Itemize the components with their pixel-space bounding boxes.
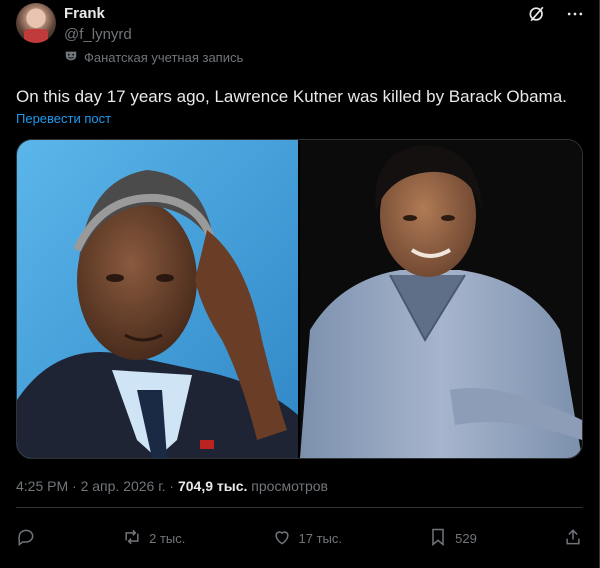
account-label-text: Фанатская учетная запись [84,50,244,65]
action-bar: 2 тыс. 17 тыс. 529 [16,524,583,552]
bookmark-icon [428,527,448,550]
share-icon [563,527,583,550]
post-time[interactable]: 4:25 PM [16,478,68,494]
photo-left[interactable] [17,140,298,458]
top-actions [527,4,585,29]
account-label: Фанатская учетная запись [64,49,243,66]
tweet: Frank @f_lynyrd Фанатская учетная запись… [0,0,600,568]
post-text: On this day 17 years ago, Lawrence Kutne… [16,87,567,106]
avatar[interactable] [16,3,56,43]
bookmark-count: 529 [455,530,477,546]
like-icon [272,527,292,550]
views-count: 704,9 тыс. [177,478,248,494]
theater-mask-icon [64,49,78,66]
photo-right[interactable] [300,140,582,458]
more-icon[interactable] [565,4,585,29]
photo-left-image [17,140,298,458]
share-button[interactable] [563,527,583,550]
bookmark-button[interactable]: 529 [428,527,477,550]
repost-button[interactable]: 2 тыс. [122,527,185,550]
grok-icon[interactable] [527,4,547,29]
reply-button[interactable] [16,527,36,550]
post-meta: 4:25 PM · 2 апр. 2026 г. · 704,9 тыс. пр… [16,478,328,494]
like-button[interactable]: 17 тыс. [272,527,342,550]
post-media[interactable] [16,139,583,459]
like-count: 17 тыс. [298,530,342,546]
author-name[interactable]: Frank [64,5,105,22]
post-date[interactable]: 2 апр. 2026 г. [81,478,166,494]
translate-post-link[interactable]: Перевести пост [16,111,111,126]
repost-icon [122,527,142,550]
meta-separator: · [169,478,178,494]
repost-count: 2 тыс. [149,530,186,546]
reply-icon [16,527,36,550]
meta-separator: · [72,478,81,494]
author-handle[interactable]: @f_lynyrd [64,26,132,43]
divider [16,507,583,508]
views-label: просмотров [251,478,328,494]
photo-right-image [300,140,582,458]
